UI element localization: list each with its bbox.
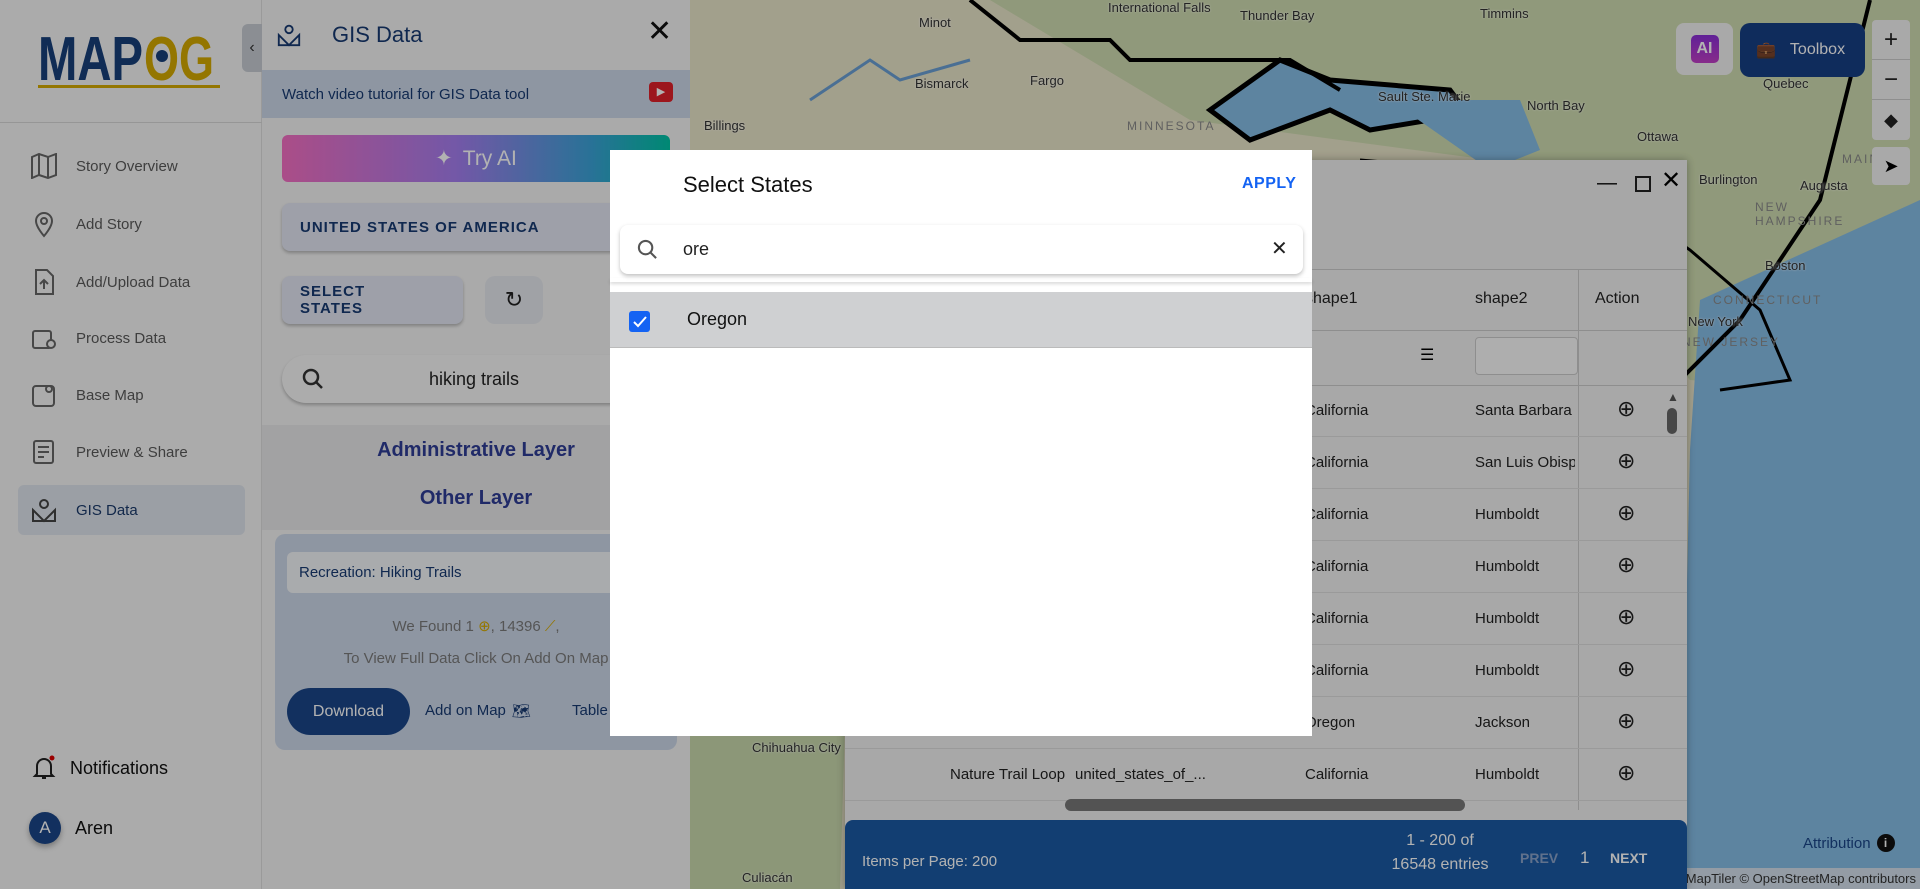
state-search-input[interactable]: ore ✕ xyxy=(620,225,1303,274)
state-option-oregon[interactable]: Oregon xyxy=(610,292,1312,348)
divider xyxy=(610,278,1312,282)
dialog-title: Select States xyxy=(683,172,813,197)
search-icon xyxy=(637,239,657,259)
search-value: ore xyxy=(683,239,710,259)
checkbox-checked[interactable] xyxy=(629,311,650,332)
state-label: Oregon xyxy=(687,309,748,329)
apply-button[interactable]: APPLY xyxy=(1242,175,1296,193)
clear-search-icon[interactable]: ✕ xyxy=(1271,236,1288,261)
select-states-dialog: Select States APPLY ore ✕ Oregon xyxy=(610,150,1312,736)
